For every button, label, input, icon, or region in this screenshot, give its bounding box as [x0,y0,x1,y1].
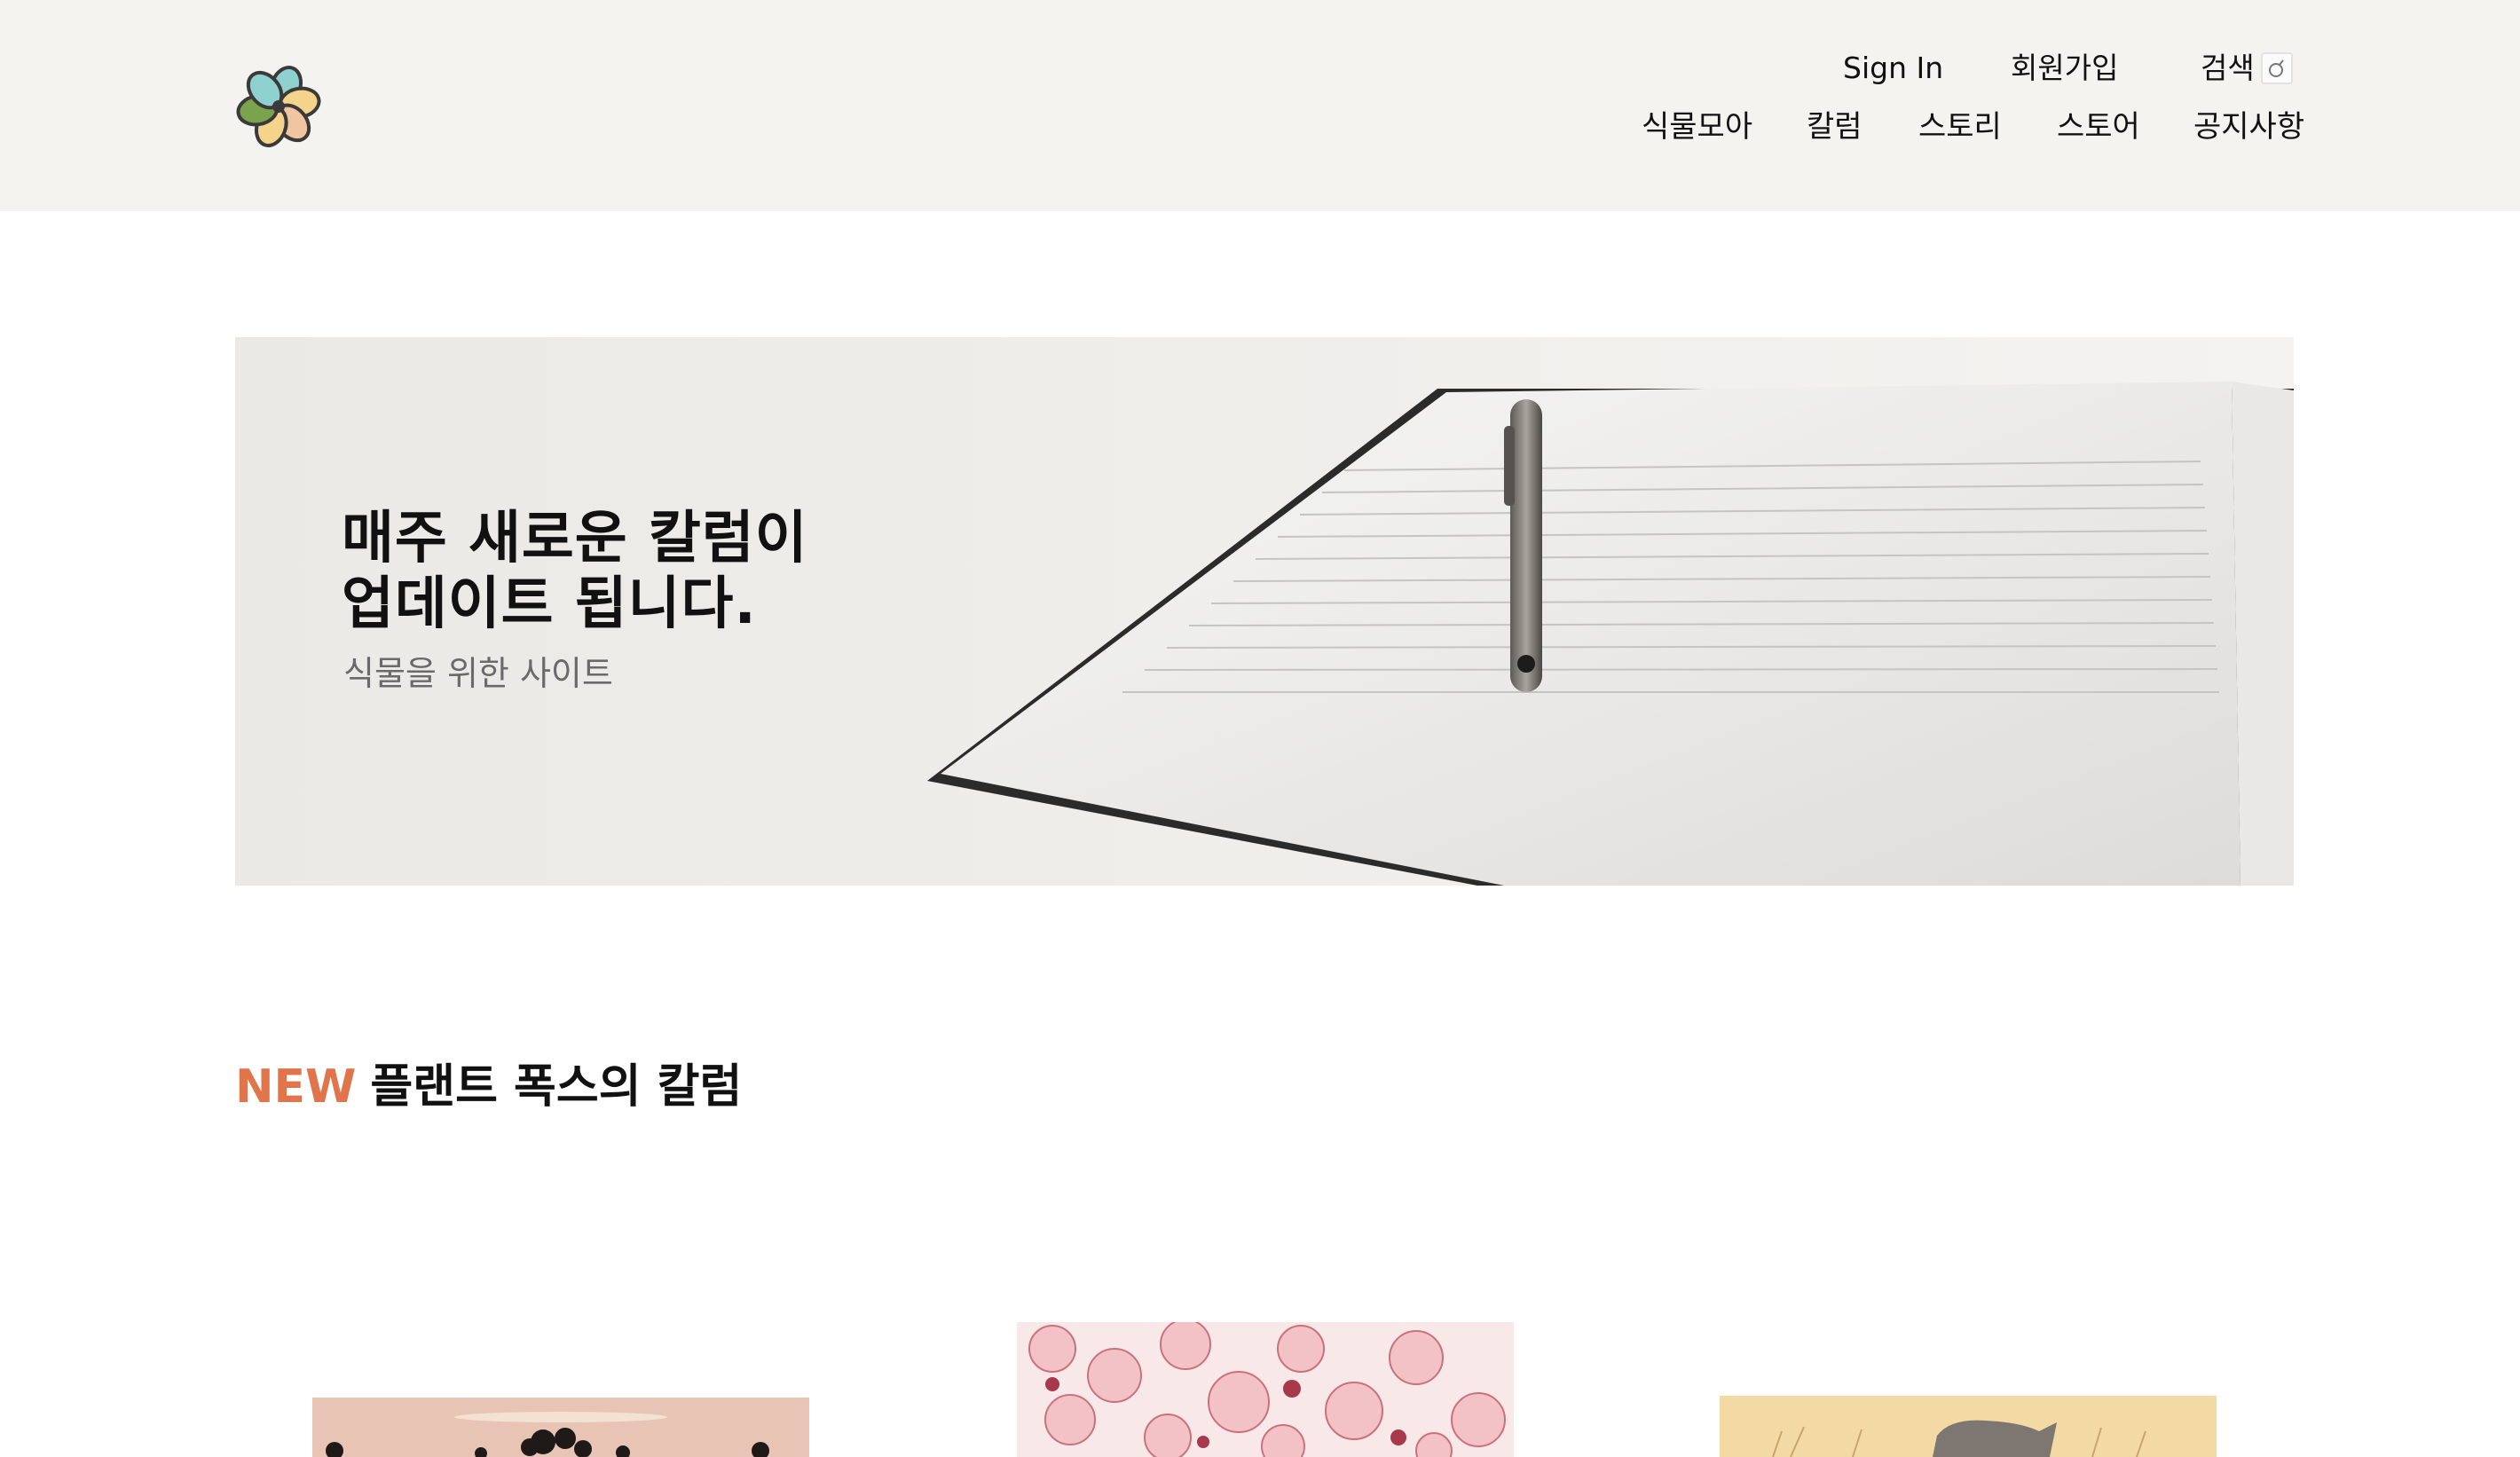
nav-item-plants[interactable]: 식물모아 [1642,102,1752,152]
sign-up-link[interactable]: 회원가입 [2011,44,2118,92]
hero-banner[interactable]: 매주 새로운 칼럼이 업데이트 됩니다. 식물을 위한 사이트 [235,337,2294,886]
column-card-1[interactable] [312,1398,809,1457]
sign-in-link[interactable]: Sign In [1843,44,1943,92]
nav-item-notice[interactable]: 공지사항 [2193,102,2304,152]
banner-title-line-2: 업데이트 됩니다. [342,571,757,637]
card-image-pink-flowers [1017,1322,1514,1457]
nav-item-story[interactable]: 스토리 [1918,102,2002,152]
utility-nav: Sign In 회원가입 검색 [0,44,2520,92]
main-nav: 식물모아 칼럼 스토리 스토어 공지사항 [0,102,2520,152]
search-icon [2269,59,2284,77]
banner-subtitle: 식물을 위한 사이트 [343,654,613,693]
column-card-3[interactable] [1720,1396,2217,1457]
section-title-text: 플랜트 폭스의 칼럼 [370,1060,743,1114]
column-card-2[interactable] [1017,1322,1514,1457]
card-image-palm-trees [312,1398,809,1457]
nav-item-store[interactable]: 스토어 [2057,102,2140,152]
search-link[interactable]: 검색 [2201,44,2255,92]
banner-title: 매주 새로운 칼럼이 업데이트 됩니다. [342,506,808,637]
new-label: NEW [235,1060,357,1114]
banner-title-line-1: 매주 새로운 칼럼이 [342,506,808,571]
site-header: Sign In 회원가입 검색 식물모아 칼럼 스토리 스토어 공지사항 [0,0,2520,211]
card-image-cactus [1720,1396,2217,1457]
search-icon-button[interactable] [2261,52,2293,84]
nav-item-column[interactable]: 칼럼 [1807,102,1862,152]
section-heading: NEW 플랜트 폭스의 칼럼 [235,1056,742,1118]
